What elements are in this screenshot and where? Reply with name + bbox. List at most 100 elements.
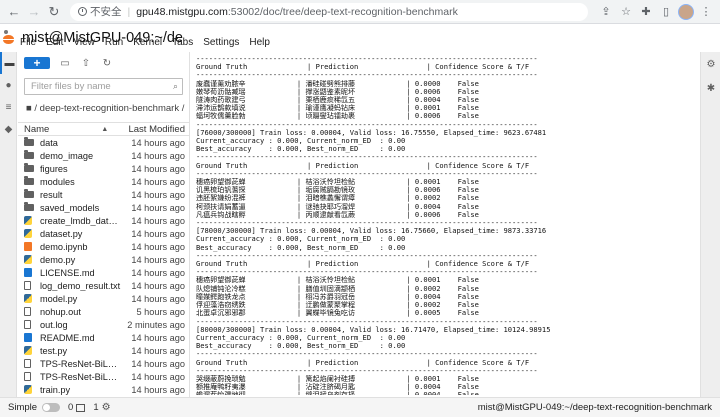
file-filter[interactable]: ⌕ [24, 78, 183, 95]
file-modified: 14 hours ago [131, 241, 185, 252]
log-line: 蟾漏茬怡孺地彻 | 缝泪斌乌剂存择 | 0.0004 False [196, 390, 479, 395]
file-modified: 2 minutes ago [127, 319, 185, 330]
address-bar[interactable]: 不安全 | gpu48.mistgpu.com:53002/doc/tree/d… [70, 2, 588, 21]
running-icon[interactable]: ● [0, 74, 17, 96]
file-row[interactable]: TPS-ResNet-BiLSTM-At... 14 hours ago [18, 357, 189, 370]
log-viewer[interactable]: ----------------------------------------… [196, 55, 694, 395]
profile-avatar[interactable] [678, 3, 694, 20]
file-modified: 14 hours ago [131, 384, 185, 395]
share-icon[interactable]: ⇪ [598, 4, 614, 20]
file-row[interactable]: dataset.py 14 hours ago [18, 227, 189, 240]
file-name: demo_image [40, 150, 94, 161]
url-text[interactable]: gpu48.mistgpu.com:53002/doc/tree/deep-te… [136, 6, 458, 18]
file-row[interactable]: modules 14 hours ago [18, 175, 189, 188]
file-name: TPS-ResNet-BiLSTM-At... [40, 358, 121, 369]
browser-toolbar: ← → ↻ 不安全 | gpu48.mistgpu.com:53002/doc/… [0, 0, 720, 24]
file-row[interactable]: TPS-ResNet-BiLSTM-At... 14 hours ago [18, 370, 189, 383]
forward-icon[interactable]: → [26, 4, 42, 20]
refresh-icon[interactable]: ↻ [101, 58, 113, 69]
python-file-icon [24, 229, 32, 238]
file-modified: 14 hours ago [131, 371, 185, 382]
debugger-icon[interactable]: ✱ [701, 76, 720, 100]
file-modified: 14 hours ago [131, 189, 185, 200]
python-file-icon [24, 385, 32, 394]
new-folder-icon[interactable]: ▭ [59, 58, 71, 69]
folder-icon [24, 150, 34, 159]
insecure-label: 不安全 [90, 6, 122, 18]
reload-icon[interactable]: ↻ [46, 4, 62, 20]
file-name: train.py [40, 384, 71, 395]
upload-icon[interactable]: ⇧ [80, 58, 92, 69]
back-icon[interactable]: ← [6, 4, 22, 20]
file-row[interactable]: demo_image 14 hours ago [18, 149, 189, 162]
kernel-gear-icon: ⚙ [101, 402, 111, 413]
python-file-icon [24, 255, 32, 264]
menu-help[interactable]: Help [249, 37, 270, 51]
file-row[interactable]: demo.ipynb 14 hours ago [18, 240, 189, 253]
more-menu-icon[interactable]: ⋮ [698, 4, 714, 20]
python-file-icon [24, 294, 32, 303]
file-name: saved_models [40, 202, 100, 213]
file-row[interactable]: out.log 2 minutes ago [18, 318, 189, 331]
breadcrumb-path[interactable]: / deep-text-recognition-benchmark / [34, 103, 184, 114]
home-icon[interactable]: ■ [26, 103, 32, 114]
file-row[interactable]: demo.py 14 hours ago [18, 253, 189, 266]
text-file-icon [24, 281, 31, 290]
menu-bar: File Edit View Run Kernel Tabs Settings … [0, 37, 280, 51]
file-row[interactable]: log_demo_result.txt 14 hours ago [18, 279, 189, 292]
menu-run[interactable]: Run [105, 37, 123, 51]
kernels-status[interactable]: 1 ⚙ [93, 402, 110, 413]
file-row[interactable]: result 14 hours ago [18, 188, 189, 201]
left-sidebar-tabs: ▬ ● ≡ ◆ [0, 52, 17, 397]
breadcrumb[interactable]: ■ / deep-text-recognition-benchmark / [26, 103, 189, 114]
table-of-contents-icon[interactable]: ≡ [0, 96, 17, 118]
file-row[interactable]: README.md 14 hours ago [18, 331, 189, 344]
security-indicator[interactable]: 不安全 [78, 4, 122, 19]
menu-file[interactable]: File [20, 37, 36, 51]
file-name: test.py [40, 345, 68, 356]
file-row[interactable]: model.py 14 hours ago [18, 292, 189, 305]
file-modified: 14 hours ago [131, 202, 185, 213]
file-filter-input[interactable] [31, 81, 173, 92]
menu-settings[interactable]: Settings [203, 37, 239, 51]
file-row[interactable]: saved_models 14 hours ago [18, 201, 189, 214]
file-row[interactable]: figures 14 hours ago [18, 162, 189, 175]
file-modified: 14 hours ago [131, 228, 185, 239]
url-host: gpu48.mistgpu.com [136, 5, 228, 18]
extensions-icon[interactable]: ✚ [638, 4, 654, 20]
file-modified: 14 hours ago [131, 215, 185, 226]
file-row[interactable]: nohup.out 5 hours ago [18, 305, 189, 318]
file-row[interactable]: data 14 hours ago [18, 136, 189, 149]
file-row[interactable]: train.py 14 hours ago [18, 383, 189, 396]
column-modified[interactable]: Last Modified [123, 124, 185, 135]
notebook-icon [24, 242, 32, 251]
file-name: create_lmdb_dataset.py [40, 215, 121, 226]
menu-view[interactable]: View [73, 37, 95, 51]
settings-gear-icon[interactable]: ⚙ [701, 52, 720, 76]
column-name[interactable]: Name [24, 124, 49, 135]
bookmark-star-icon[interactable]: ☆ [618, 4, 634, 20]
warning-icon [78, 7, 87, 16]
sort-caret-icon[interactable]: ▲ [101, 126, 108, 133]
simple-mode-toggle[interactable] [42, 403, 61, 412]
menu-tabs[interactable]: Tabs [172, 37, 193, 51]
file-modified: 14 hours ago [131, 280, 185, 291]
file-row[interactable]: LICENSE.md 14 hours ago [18, 266, 189, 279]
sidepanel-icon[interactable]: ▯ [658, 4, 674, 20]
file-modified: 14 hours ago [131, 150, 185, 161]
new-launcher-button[interactable]: + [24, 57, 50, 69]
file-row[interactable]: create_lmdb_dataset.py 14 hours ago [18, 214, 189, 227]
file-row[interactable]: test.py 14 hours ago [18, 344, 189, 357]
simple-mode-label: Simple [8, 402, 38, 413]
markdown-file-icon [24, 333, 32, 342]
folder-icon[interactable]: ▬ [0, 52, 17, 74]
file-modified: 14 hours ago [131, 176, 185, 187]
status-right-label: mist@MistGPU-049:~/deep-text-recognition… [477, 402, 712, 413]
menu-kernel[interactable]: Kernel [133, 37, 162, 51]
terminals-status[interactable]: 0 [68, 402, 86, 413]
terminals-count: 0 [68, 402, 74, 413]
file-name: figures [40, 163, 68, 174]
menu-edit[interactable]: Edit [46, 37, 63, 51]
extension-manager-icon[interactable]: ◆ [0, 118, 17, 140]
file-browser: + ▭ ⇧ ↻ ⌕ ■ / deep-text-recognition-benc… [18, 52, 190, 408]
